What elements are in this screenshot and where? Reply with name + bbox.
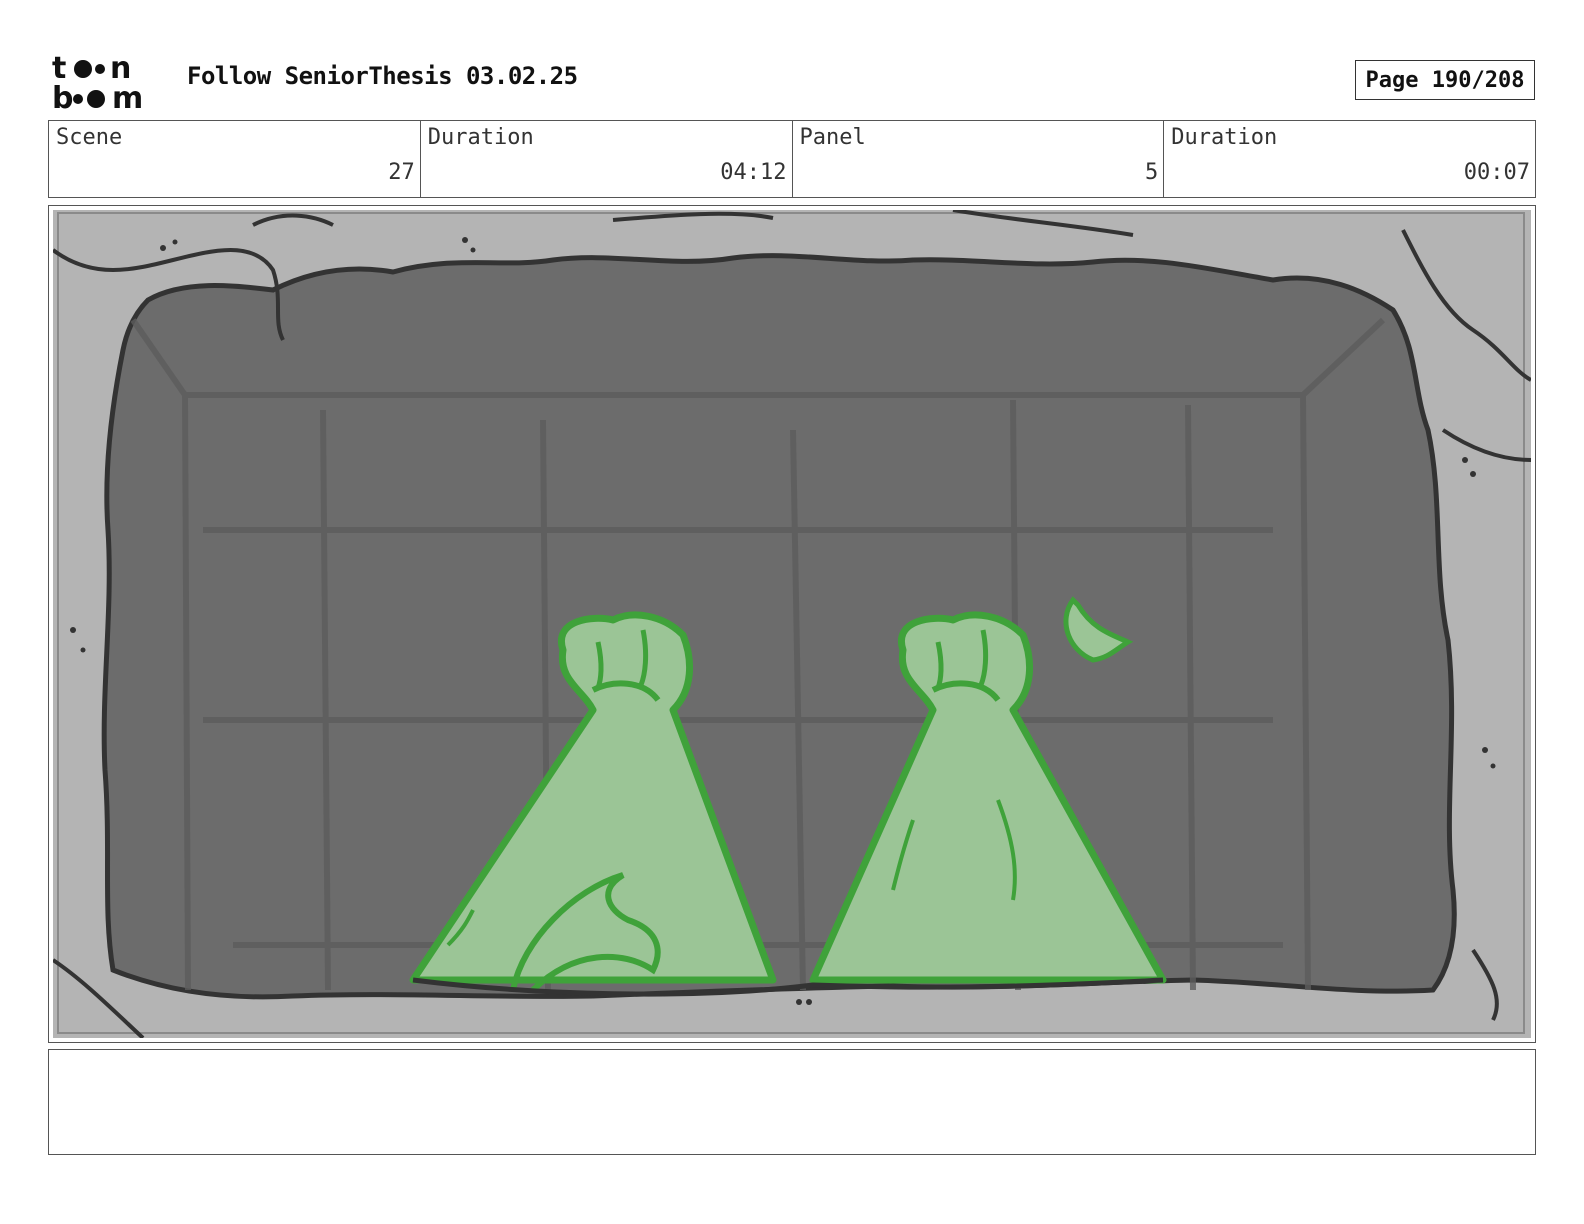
panel-value: 5 bbox=[1145, 160, 1159, 185]
scene-cell: Scene 27 bbox=[49, 121, 421, 197]
panel-info-row: Scene 27 Duration 04:12 Panel 5 Duration… bbox=[48, 120, 1536, 198]
scene-duration-value: 04:12 bbox=[720, 160, 787, 185]
panel-duration-cell: Duration 00:07 bbox=[1164, 121, 1535, 197]
svg-text:m: m bbox=[112, 81, 143, 112]
panel-cell: Panel 5 bbox=[793, 121, 1165, 197]
toon-boom-logo: t n b m bbox=[52, 51, 143, 112]
panel-label: Panel bbox=[799, 125, 866, 150]
panel-duration-value: 00:07 bbox=[1463, 160, 1530, 185]
panel-duration-label: Duration bbox=[1171, 125, 1278, 150]
panel-notes-box[interactable] bbox=[48, 1049, 1536, 1155]
cave-opening-with-two-green-creatures-sketch-icon bbox=[53, 210, 1531, 1038]
page-indicator: Page 190/208 bbox=[1355, 60, 1535, 100]
svg-text:b: b bbox=[52, 81, 73, 112]
scene-label: Scene bbox=[56, 125, 123, 150]
scene-duration-label: Duration bbox=[427, 125, 534, 150]
project-title: Follow SeniorThesis 03.02.25 bbox=[187, 62, 578, 90]
scene-duration-cell: Duration 04:12 bbox=[421, 121, 793, 197]
scene-value: 27 bbox=[388, 160, 415, 185]
storyboard-panel bbox=[48, 205, 1536, 1043]
